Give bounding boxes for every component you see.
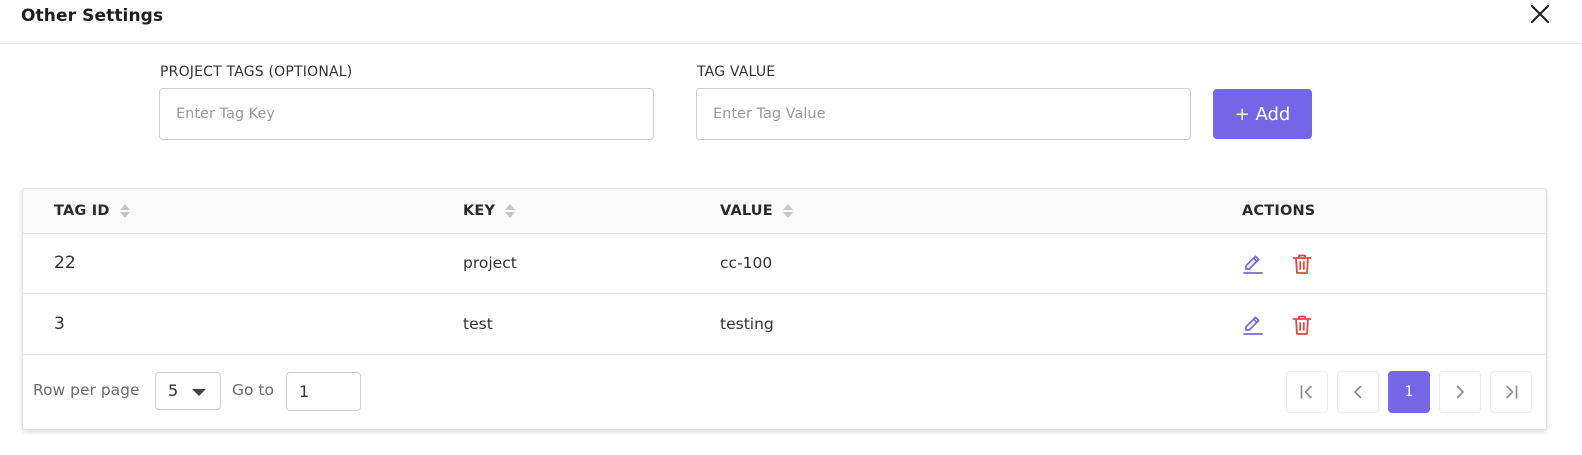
value-cell: testing	[720, 315, 774, 333]
close-icon[interactable]	[1528, 2, 1552, 26]
column-header-key[interactable]: KEY	[463, 203, 516, 219]
rows-per-page-label: Row per page	[33, 381, 140, 399]
dialog-title: Other Settings	[21, 6, 164, 26]
tag-value-label: TAG VALUE	[697, 64, 776, 80]
first-page-icon	[1300, 385, 1312, 399]
tag-id-cell: 22	[54, 253, 76, 273]
sort-icon[interactable]	[782, 203, 793, 219]
chevron-down-icon	[192, 389, 206, 396]
page-button-current[interactable]: 1	[1388, 371, 1430, 413]
edit-icon[interactable]	[1241, 313, 1265, 337]
sort-icon[interactable]	[119, 203, 130, 219]
key-cell: project	[463, 254, 517, 272]
edit-icon[interactable]	[1241, 252, 1265, 276]
column-header-actions: ACTIONS	[1242, 203, 1315, 219]
last-page-button[interactable]	[1490, 371, 1532, 413]
first-page-button[interactable]	[1286, 371, 1328, 413]
goto-page-input[interactable]	[286, 372, 361, 411]
tag-id-cell: 3	[54, 314, 65, 334]
rows-per-page-select[interactable]: 5	[155, 372, 221, 410]
tag-key-label: PROJECT TAGS (OPTIONAL)	[160, 64, 353, 80]
tags-table: TAG ID KEY VALUE ACTIONS 22 project cc-1…	[22, 188, 1547, 430]
column-header-label: TAG ID	[54, 203, 110, 219]
value-cell: cc-100	[720, 254, 773, 272]
last-page-icon	[1506, 385, 1518, 399]
dialog-header: Other Settings	[0, 0, 1582, 44]
next-page-button[interactable]	[1439, 371, 1481, 413]
column-header-label: KEY	[463, 203, 496, 219]
column-header-value[interactable]: VALUE	[720, 203, 793, 219]
column-header-tag-id[interactable]: TAG ID	[54, 203, 130, 219]
column-header-label: VALUE	[720, 203, 773, 219]
column-header-label: ACTIONS	[1242, 203, 1316, 219]
table-row: 22 project cc-100	[23, 234, 1546, 294]
table-pagination-bar: Row per page 5 Go to 1	[23, 355, 1546, 429]
goto-label: Go to	[232, 381, 274, 399]
key-cell: test	[463, 315, 493, 333]
add-tag-button[interactable]: + Add	[1213, 89, 1312, 139]
rows-per-page-value: 5	[168, 381, 179, 400]
table-row: 3 test testing	[23, 295, 1546, 355]
delete-icon[interactable]	[1290, 252, 1314, 276]
sort-icon[interactable]	[505, 203, 516, 219]
tag-key-input[interactable]	[159, 88, 654, 140]
tag-value-input[interactable]	[696, 88, 1191, 140]
table-header: TAG ID KEY VALUE ACTIONS	[23, 189, 1546, 234]
chevron-left-icon	[1354, 385, 1362, 399]
previous-page-button[interactable]	[1337, 371, 1379, 413]
chevron-right-icon	[1456, 385, 1464, 399]
delete-icon[interactable]	[1290, 313, 1314, 337]
